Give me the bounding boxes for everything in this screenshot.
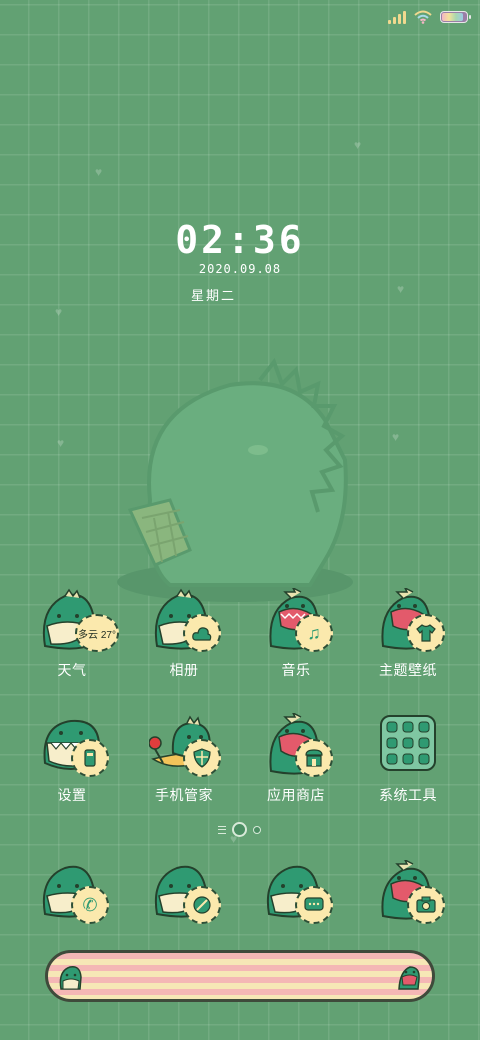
- app-label: 音乐: [281, 662, 311, 678]
- phone-app-icon: ✆: [37, 860, 109, 926]
- clock-weekday: 星期二: [191, 288, 237, 303]
- themes-app-icon: [373, 586, 445, 654]
- heart-decoration: ♥: [95, 165, 103, 179]
- app-label: 天气: [57, 662, 87, 678]
- dock-search-bar[interactable]: [45, 950, 435, 1002]
- dinosaur-icon: [398, 966, 420, 990]
- clock-time[interactable]: 02:36: [0, 218, 480, 262]
- app-store-badge: [295, 739, 333, 777]
- browser-badge: [183, 886, 221, 924]
- messages-badge: [295, 886, 333, 924]
- app-phone-manager[interactable]: 手机管家: [129, 713, 239, 805]
- app-themes[interactable]: 主题壁纸: [353, 586, 463, 680]
- signal-icon: [388, 10, 406, 24]
- app-system-tools[interactable]: 系统工具: [353, 713, 463, 805]
- page-dot[interactable]: [253, 825, 261, 834]
- camera-app-icon: [373, 858, 445, 926]
- camera-badge: [407, 886, 445, 924]
- camera-icon: [416, 896, 436, 913]
- phone-icon: ✆: [82, 894, 98, 915]
- music-note-icon: ♫: [307, 622, 321, 643]
- clock-date: 2020.09.08: [198, 262, 282, 276]
- messages-app-icon: [261, 860, 333, 926]
- themes-badge: [407, 614, 445, 652]
- music-badge: ♫: [295, 614, 333, 652]
- app-store[interactable]: 应用商店: [241, 711, 351, 805]
- gallery-badge: [183, 614, 221, 652]
- dinosaur-wallpaper-illustration: [117, 357, 353, 602]
- message-icon: [304, 897, 324, 911]
- app-weather[interactable]: 多云 27° 天气: [17, 588, 127, 680]
- battery-icon: [440, 11, 471, 23]
- heart-decoration: ♥: [57, 436, 65, 450]
- app-store-app-icon: [261, 711, 333, 779]
- app-label: 手机管家: [155, 787, 213, 803]
- dinosaur-icon: [59, 965, 82, 990]
- heart-decoration: ♥: [354, 138, 362, 152]
- phone-manager-badge: [183, 739, 221, 777]
- settings-app-icon: [37, 713, 109, 779]
- status-bar: [388, 10, 471, 24]
- weather-badge: 多云 27°: [75, 614, 119, 652]
- music-app-icon: ♫: [261, 586, 333, 654]
- phone-badge: ✆: [71, 886, 109, 924]
- settings-badge: [71, 739, 109, 777]
- heart-decoration: ♥: [392, 430, 400, 444]
- app-label: 设置: [57, 787, 87, 803]
- app-label: 相册: [169, 662, 199, 678]
- weather-widget-text: 多云 27°: [78, 629, 116, 641]
- weather-app-icon: 多云 27°: [37, 588, 119, 654]
- settings-slider-icon: [84, 749, 96, 767]
- browser-app-icon: [149, 860, 221, 926]
- app-gallery[interactable]: 相册: [129, 588, 239, 680]
- page-indicator-menu-icon: [218, 825, 226, 834]
- heart-decoration: ♥: [397, 282, 405, 296]
- dock-camera[interactable]: [353, 858, 463, 926]
- system-tools-folder-icon: [373, 713, 443, 779]
- page-dot-active[interactable]: [232, 822, 247, 837]
- folder-icon: [380, 715, 436, 771]
- shield-icon: [193, 748, 211, 768]
- wifi-icon: [414, 10, 432, 24]
- shop-icon: [305, 749, 323, 767]
- compass-icon: [193, 896, 211, 914]
- app-label: 系统工具: [379, 787, 437, 803]
- app-label: 主题壁纸: [379, 662, 437, 678]
- tshirt-icon: [416, 624, 436, 642]
- app-label: 应用商店: [267, 787, 325, 803]
- gallery-app-icon: [149, 588, 221, 654]
- dock-phone[interactable]: ✆: [17, 860, 127, 926]
- page-indicator[interactable]: [218, 822, 261, 837]
- dock-messages[interactable]: [241, 860, 351, 926]
- dock-browser[interactable]: [129, 860, 239, 926]
- heart-decoration: ♥: [55, 305, 63, 319]
- app-settings[interactable]: 设置: [17, 713, 127, 805]
- phone-manager-app-icon: [148, 713, 221, 779]
- cloud-icon: [192, 627, 212, 641]
- app-music[interactable]: ♫ 音乐: [241, 586, 351, 680]
